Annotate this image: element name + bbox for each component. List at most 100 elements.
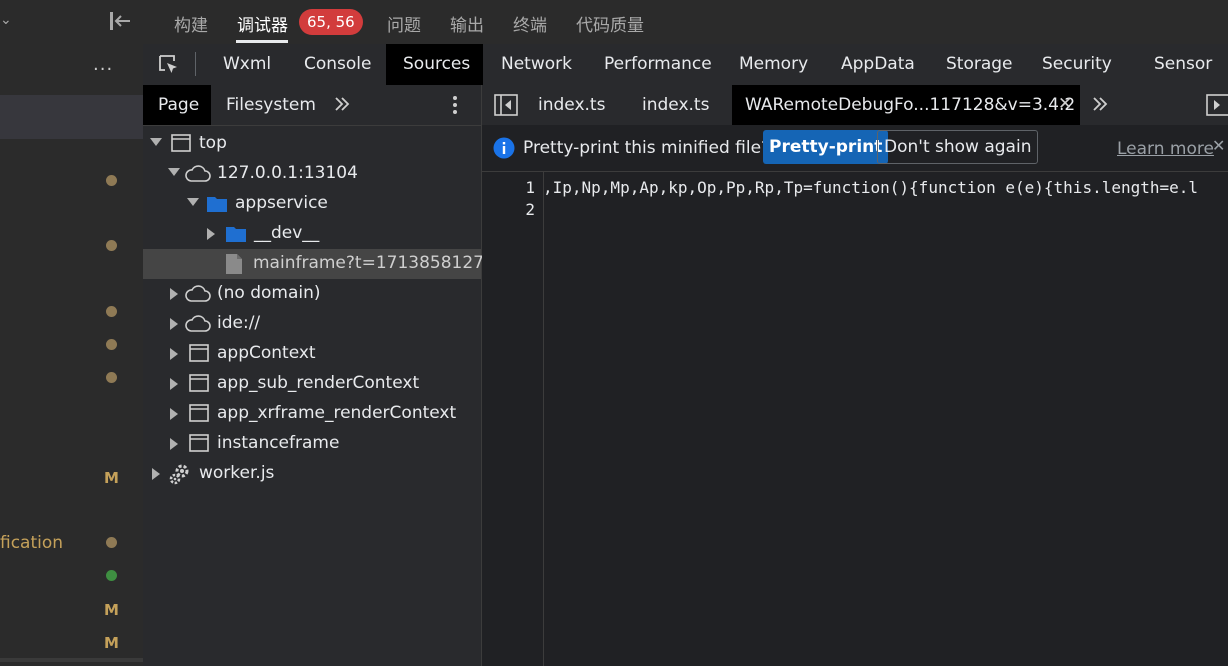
- scrollbar[interactable]: [0, 658, 143, 662]
- tab-memory[interactable]: Memory: [739, 54, 808, 74]
- file-tab-index-ts[interactable]: index.ts: [538, 95, 605, 115]
- tree-item-ide[interactable]: ide://: [143, 309, 481, 339]
- infobar-message: Pretty-print this minified file?: [523, 138, 771, 158]
- status-dot: [106, 339, 117, 350]
- selected-explorer-item[interactable]: [0, 95, 143, 139]
- tab-page[interactable]: Page: [158, 95, 199, 115]
- tree-item-top[interactable]: top: [143, 129, 481, 159]
- tree-item-label: worker.js: [199, 463, 275, 483]
- tree-item-no-domain[interactable]: (no domain): [143, 279, 481, 309]
- devtools-tabbar: Wxml Console Sources Network Performance…: [143, 44, 1228, 86]
- tree-item-label: app_xrframe_renderContext: [217, 403, 457, 423]
- toggle-debugger-icon[interactable]: [1206, 94, 1228, 116]
- file-tab-index-ts-2[interactable]: index.ts: [642, 95, 709, 115]
- expand-arrow-icon[interactable]: [168, 168, 180, 176]
- tree-item-dev[interactable]: __dev__: [143, 219, 481, 249]
- code-editor[interactable]: 1 2 ,Ip,Np,Mp,Ap,kp,Op,Pp,Rp,Tp=function…: [482, 172, 1228, 666]
- active-tab-indicator: [236, 40, 288, 43]
- expand-arrow-icon[interactable]: [170, 318, 178, 330]
- expand-arrow-icon[interactable]: [170, 438, 178, 450]
- status-dot: [106, 240, 117, 251]
- chevron-down-icon[interactable]: ⌄: [0, 12, 12, 28]
- frame-icon: [189, 344, 209, 362]
- tree-item-label: __dev__: [254, 223, 320, 243]
- frame-icon: [189, 404, 209, 422]
- status-dot: [106, 306, 117, 317]
- tree-item-instanceframe[interactable]: instanceframe: [143, 429, 481, 459]
- close-tab-icon[interactable]: ✕: [1058, 94, 1072, 114]
- dont-show-again-button[interactable]: Don't show again: [877, 130, 1039, 164]
- tree-item-label: mainframe?t=171385812718: [253, 253, 506, 273]
- tab-debugger[interactable]: 调试器: [237, 11, 288, 36]
- expand-arrow-icon[interactable]: [150, 138, 162, 146]
- expand-arrow-icon[interactable]: [152, 468, 160, 480]
- status-dot: [106, 372, 117, 383]
- tree-item-appservice[interactable]: appservice: [143, 189, 481, 219]
- divider: [195, 52, 196, 76]
- error-warning-badge: 65, 56: [299, 9, 363, 35]
- tree-item-label: appservice: [235, 193, 328, 213]
- tab-filesystem[interactable]: Filesystem: [226, 95, 316, 115]
- more-actions-icon[interactable]: ...: [93, 54, 113, 75]
- tab-wxml[interactable]: Wxml: [223, 54, 271, 74]
- tree-item-label: (no domain): [217, 283, 321, 303]
- pretty-print-button[interactable]: Pretty-print: [763, 130, 889, 164]
- toggle-navigator-icon[interactable]: [494, 94, 518, 116]
- file-icon: [225, 253, 243, 275]
- frame-icon: [189, 434, 209, 452]
- expand-arrow-icon[interactable]: [170, 408, 178, 420]
- modified-badge: M: [104, 469, 119, 487]
- frame-icon: [189, 374, 209, 392]
- info-icon: [493, 137, 515, 159]
- tab-sensor[interactable]: Sensor: [1154, 54, 1212, 74]
- tab-console[interactable]: Console: [304, 54, 372, 74]
- tree-item-label: ide://: [217, 313, 261, 333]
- tree-item-worker[interactable]: worker.js: [143, 459, 481, 489]
- more-options-icon[interactable]: [452, 95, 458, 115]
- learn-more-link[interactable]: Learn more: [1117, 139, 1214, 159]
- tree-item-host[interactable]: 127.0.0.1:13104: [143, 159, 481, 189]
- collapse-panel-icon[interactable]: [108, 10, 134, 32]
- tab-sources[interactable]: Sources: [403, 54, 470, 74]
- close-infobar-icon[interactable]: ✕: [1212, 136, 1225, 155]
- cloud-icon: [185, 165, 211, 183]
- status-dot: [106, 175, 117, 186]
- tree-item-appcontext[interactable]: appContext: [143, 339, 481, 369]
- tab-storage[interactable]: Storage: [946, 54, 1013, 74]
- line-number: 1: [525, 178, 535, 197]
- top-panel-bar: ⌄ 构建 调试器 65, 56 问题 输出 终端 代码质量: [0, 0, 1228, 44]
- inspect-element-icon[interactable]: [157, 53, 181, 77]
- cloud-icon: [185, 285, 211, 303]
- code-line[interactable]: ,Ip,Np,Mp,Ap,kp,Op,Pp,Rp,Tp=function(){f…: [543, 178, 1198, 197]
- modified-badge: M: [104, 601, 119, 619]
- tab-code-quality[interactable]: 代码质量: [576, 11, 644, 36]
- sources-navigator: Page Filesystem top 127.0.0.1:13104 apps…: [143, 85, 506, 666]
- tab-performance[interactable]: Performance: [604, 54, 712, 74]
- tab-terminal[interactable]: 终端: [513, 11, 547, 36]
- tab-appdata[interactable]: AppData: [841, 54, 915, 74]
- navigator-tabbar: Page Filesystem: [143, 85, 481, 126]
- expand-arrow-icon[interactable]: [207, 228, 215, 240]
- expand-arrow-icon[interactable]: [170, 378, 178, 390]
- tab-security[interactable]: Security: [1042, 54, 1112, 74]
- tree-item-app-xrframe-render[interactable]: app_xrframe_renderContext: [143, 399, 481, 429]
- explorer-item-label[interactable]: fication: [0, 533, 63, 553]
- tab-problems[interactable]: 问题: [387, 11, 421, 36]
- expand-arrow-icon[interactable]: [187, 198, 199, 206]
- frame-icon: [171, 134, 191, 152]
- expand-arrow-icon[interactable]: [170, 288, 178, 300]
- tab-network[interactable]: Network: [501, 54, 572, 74]
- expand-arrow-icon[interactable]: [170, 348, 178, 360]
- more-tabs-icon[interactable]: [334, 96, 350, 112]
- editor-tabbar: index.ts index.ts WARemoteDebugFo...1171…: [482, 85, 1228, 126]
- cloud-icon: [185, 315, 211, 333]
- tab-output[interactable]: 输出: [450, 11, 484, 36]
- tree-item-label: 127.0.0.1:13104: [217, 163, 358, 183]
- file-tab-waremotedebug[interactable]: WARemoteDebugFo...117128&v=3.4.2: [745, 95, 1075, 115]
- more-tabs-icon[interactable]: [1092, 96, 1108, 112]
- tree-item-mainframe[interactable]: mainframe?t=171385812718: [143, 249, 506, 279]
- tree-item-app-sub-render[interactable]: app_sub_renderContext: [143, 369, 481, 399]
- tab-build[interactable]: 构建: [174, 11, 208, 36]
- tree-item-label: top: [199, 133, 227, 153]
- line-gutter: 1 2: [482, 172, 544, 666]
